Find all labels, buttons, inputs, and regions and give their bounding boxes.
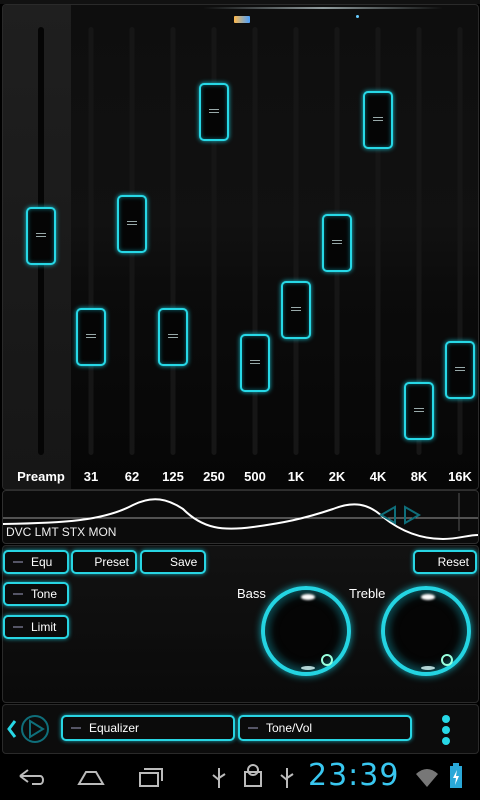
knob-highlight (421, 594, 435, 600)
home-icon[interactable] (76, 766, 106, 788)
band-label: 16K (448, 469, 472, 484)
controls-panel: Equ Preset Save Reset Tone Limit Bass Tr… (2, 545, 479, 703)
knob-reflection (301, 666, 315, 670)
bottom-toolbar: Equalizer Tone/Vol (2, 704, 479, 754)
slider-track (170, 27, 176, 455)
tab-indicator-icon (248, 727, 258, 729)
play-icon[interactable] (5, 713, 51, 745)
slider-thumb[interactable] (445, 341, 475, 400)
slider-track (293, 27, 299, 455)
save-button[interactable]: Save (140, 550, 206, 574)
effect-tags: DVC LMT STX MON (6, 525, 117, 539)
android-debug-icon (244, 764, 262, 787)
back-icon[interactable] (16, 766, 46, 788)
equalizer-panel: Preamp 31 62 125 250 500 1K 2K 4K 8K 16K (2, 4, 479, 490)
overflow-menu-icon[interactable] (439, 713, 453, 747)
toggle-indicator-icon (13, 593, 23, 595)
toggle-indicator-icon (13, 626, 23, 628)
knob-position-marker (321, 654, 333, 666)
tab-tone-vol-label: Tone/Vol (266, 721, 313, 735)
treble-label: Treble (349, 586, 386, 601)
band-slider[interactable] (428, 19, 478, 469)
bass-knob[interactable] (261, 586, 351, 676)
knob-highlight (301, 594, 315, 600)
toggle-indicator-icon (13, 561, 23, 563)
usb-icon (280, 768, 294, 788)
knob-reflection (421, 666, 435, 670)
preset-button[interactable]: Preset (71, 550, 137, 574)
equ-toggle[interactable]: Equ (3, 550, 69, 574)
reset-label: Reset (437, 555, 469, 569)
system-navbar (0, 754, 480, 800)
tab-indicator-icon (71, 727, 81, 729)
bass-label: Bass (237, 586, 266, 601)
limit-toggle[interactable]: Limit (3, 615, 69, 639)
preset-label: Preset (94, 555, 129, 569)
tone-toggle[interactable]: Tone (3, 582, 69, 606)
tab-equalizer-label: Equalizer (89, 721, 140, 735)
reset-button[interactable]: Reset (413, 550, 477, 574)
treble-knob[interactable] (381, 586, 471, 676)
top-glow (203, 7, 443, 9)
knob-position-marker (441, 654, 453, 666)
tone-label: Tone (31, 587, 58, 601)
frequency-response-panel: DVC LMT STX MON (2, 490, 479, 544)
wifi-icon (416, 769, 438, 787)
equ-label: Equ (31, 555, 53, 569)
save-label: Save (170, 555, 198, 569)
battery-charging-icon (450, 763, 462, 788)
dot-indicator (356, 15, 359, 18)
slider-thumb[interactable] (26, 206, 56, 265)
slider-track (88, 27, 94, 455)
tab-equalizer[interactable]: Equalizer (61, 715, 235, 741)
recent-apps-icon[interactable] (136, 764, 166, 790)
tab-tone-vol[interactable]: Tone/Vol (238, 715, 412, 741)
usb-icon (212, 768, 226, 788)
clock: 23:39 (308, 758, 400, 793)
limit-label: Limit (31, 620, 57, 634)
